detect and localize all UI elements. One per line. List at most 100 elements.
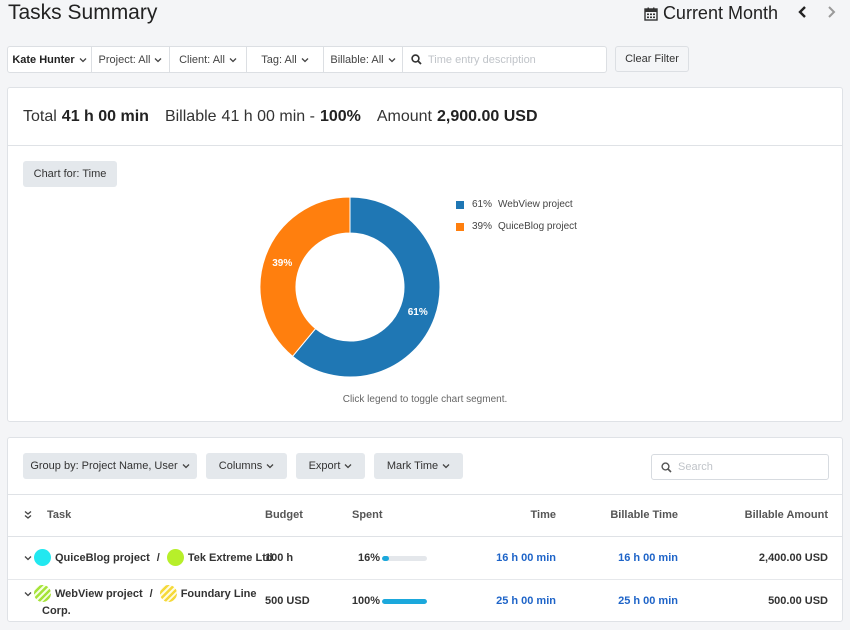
client-color-dot: [166, 549, 184, 566]
project-filter-label: Project: All: [98, 53, 151, 66]
columns-button[interactable]: Columns: [206, 453, 287, 479]
spent-cell: 16%: [338, 552, 427, 564]
column-header-budget[interactable]: Budget: [265, 509, 303, 521]
billable-time-value[interactable]: 16 h 00 min: [618, 552, 678, 564]
amount-label: Amount: [376, 107, 432, 125]
client-name[interactable]: Foundary Line: [181, 588, 257, 600]
next-period-button[interactable]: [824, 5, 838, 23]
calendar-icon[interactable]: [644, 7, 658, 21]
chevron-down-icon[interactable]: [24, 554, 32, 562]
chevron-down-icon: [155, 57, 162, 62]
time-value[interactable]: 16 h 00 min: [496, 552, 556, 564]
legend-swatch: [456, 200, 464, 209]
period-selector: Current Month: [644, 3, 838, 24]
column-header-billable-amount[interactable]: Billable Amount: [745, 509, 828, 521]
columns-label: Columns: [218, 460, 263, 472]
project-name[interactable]: QuiceBlog project: [55, 552, 150, 564]
spent-cell: 100%: [338, 595, 427, 607]
export-button[interactable]: Export: [296, 453, 365, 479]
separator: /: [149, 587, 153, 600]
project-filter[interactable]: Project: All: [92, 47, 170, 72]
search-icon: [661, 461, 672, 473]
spent-progress-fill: [382, 555, 390, 561]
client-name-continued: Corp.: [42, 605, 71, 617]
chevron-down-icon: [344, 464, 352, 469]
billable-amount-value: 2,400.00 USD: [758, 552, 828, 564]
legend-item[interactable]: 39% QuiceBlog project: [456, 221, 577, 232]
table-toolbar: Group by: Project Name, User Columns Exp…: [8, 438, 842, 495]
donut-slice-label: 39%: [272, 258, 292, 269]
legend-percent: 39%: [472, 221, 493, 232]
spent-percent: 16%: [357, 552, 380, 564]
legend-label: WebView project: [498, 199, 573, 210]
period-label[interactable]: Current Month: [663, 3, 778, 24]
billable-filter[interactable]: Billable: All: [324, 47, 403, 72]
client-filter-label: Client: All: [179, 53, 225, 66]
spent-progress-bar: [382, 555, 427, 561]
spent-progress-fill: [382, 598, 427, 604]
chart-hint: Click legend to toggle chart segment.: [342, 394, 508, 405]
chart-for-button[interactable]: Chart for: Time: [23, 161, 117, 187]
tag-filter-label: Tag: All: [261, 53, 297, 66]
project-color-dot: [34, 549, 51, 566]
export-label: Export: [308, 460, 341, 472]
chevron-down-icon: [266, 464, 274, 469]
donut-slice-quiceblog-project[interactable]: [259, 196, 351, 358]
billable-time-value[interactable]: 25 h 00 min: [618, 595, 678, 607]
total-group: Total 41 h 00 min: [23, 108, 149, 126]
column-header-billable-time[interactable]: Billable Time: [610, 509, 678, 521]
user-filter[interactable]: Kate Hunter: [8, 47, 92, 72]
user-filter-label: Kate Hunter: [12, 53, 75, 66]
billable-group: Billable 41 h 00 min - 100%: [165, 108, 361, 126]
chevron-down-icon: [182, 464, 190, 469]
column-header-time[interactable]: Time: [531, 509, 556, 521]
client-name[interactable]: Tek Extreme Ltd.: [188, 552, 276, 564]
tag-filter[interactable]: Tag: All: [247, 47, 324, 72]
billable-value: 41 h 00 min -: [221, 107, 315, 125]
table-search-input[interactable]: [678, 461, 818, 473]
budget-value: 100 h: [265, 552, 294, 564]
amount-value: 2,900.00 USD: [437, 107, 538, 125]
chevron-right-icon: [828, 5, 836, 18]
chevron-down-icon: [229, 57, 237, 62]
mark-time-label: Mark Time: [386, 460, 439, 472]
description-search-input[interactable]: [428, 53, 598, 66]
separator: /: [156, 551, 160, 564]
amount-group: Amount 2,900.00 USD: [377, 108, 538, 126]
chart-legend: 61% WebView project 39% QuiceBlog project: [456, 199, 577, 243]
description-search: [403, 47, 606, 72]
group-by-button[interactable]: Group by: Project Name, User: [23, 453, 197, 479]
chevron-left-icon: [798, 5, 806, 18]
search-icon: [411, 54, 422, 65]
chevron-down-icon: [442, 464, 450, 469]
mark-time-button[interactable]: Mark Time: [374, 453, 463, 479]
donut-slice-label: 61%: [408, 307, 428, 318]
column-header-task[interactable]: Task: [47, 509, 71, 521]
legend-item[interactable]: 61% WebView project: [456, 199, 577, 210]
summary-panel: Total 41 h 00 min Billable 41 h 00 min -…: [7, 87, 843, 422]
chevron-down-icon[interactable]: [24, 590, 32, 598]
budget-value: 500 USD: [265, 595, 310, 607]
project-name[interactable]: WebView project: [55, 588, 143, 600]
expand-all-icon[interactable]: [23, 510, 33, 520]
time-value[interactable]: 25 h 00 min: [496, 595, 556, 607]
filter-bar: Kate Hunter Project: All Client: All Tag…: [7, 46, 607, 73]
totals-bar: Total 41 h 00 min Billable 41 h 00 min -…: [8, 88, 842, 146]
group-by-label: Group by: Project Name, User: [30, 460, 178, 472]
tasks-table-panel: Group by: Project Name, User Columns Exp…: [7, 437, 843, 622]
billable-label: Billable: [164, 107, 217, 125]
client-filter[interactable]: Client: All: [170, 47, 247, 72]
spent-percent: 100%: [351, 595, 380, 607]
total-value: 41 h 00 min: [61, 107, 149, 125]
clear-filter-button[interactable]: Clear Filter: [615, 46, 689, 72]
billable-filter-label: Billable: All: [330, 53, 384, 66]
project-color-dot: [34, 585, 51, 602]
billable-percent: 100%: [319, 107, 361, 125]
prev-period-button[interactable]: [796, 5, 810, 23]
legend-swatch: [456, 222, 464, 231]
table-search: [651, 454, 829, 480]
column-header-spent[interactable]: Spent: [352, 509, 383, 521]
client-color-dot: [159, 585, 177, 602]
chevron-down-icon: [79, 57, 87, 62]
chevron-down-icon: [301, 57, 309, 62]
